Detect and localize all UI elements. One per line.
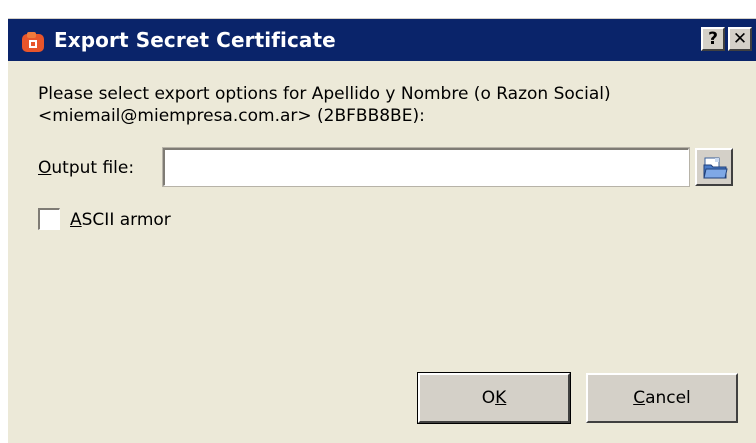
description-line-2: <miemail@miempresa.com.ar> (2BFBB8BE): xyxy=(38,106,425,126)
ok-label-prefix: O xyxy=(481,388,496,408)
ok-button[interactable]: OK xyxy=(417,372,571,424)
export-description: Please select export options for Apellid… xyxy=(38,83,738,127)
browse-button[interactable] xyxy=(695,148,733,186)
cancel-button[interactable]: Cancel xyxy=(586,373,738,423)
kleopatra-app-icon xyxy=(22,32,44,52)
ascii-armor-label-text: SCII armor xyxy=(81,210,171,230)
output-file-label: Output file: xyxy=(38,157,134,179)
ascii-armor-mnemonic: A xyxy=(70,210,82,230)
folder-open-icon xyxy=(703,157,728,179)
cancel-mnemonic: C xyxy=(633,388,646,408)
ascii-armor-label[interactable]: ASCII armor xyxy=(70,209,171,231)
window-title: Export Secret Certificate xyxy=(54,28,336,52)
close-icon: ✕ xyxy=(732,29,748,49)
close-button[interactable]: ✕ xyxy=(728,27,752,51)
cancel-label-text: ancel xyxy=(645,388,691,408)
output-file-label-text: utput file: xyxy=(51,158,135,178)
help-button[interactable]: ? xyxy=(701,27,725,51)
help-icon: ? xyxy=(708,29,718,49)
export-secret-certificate-dialog: Export Secret Certificate ? ✕ Please sel… xyxy=(8,18,756,443)
output-file-input[interactable] xyxy=(162,147,690,187)
ascii-armor-checkbox[interactable] xyxy=(38,208,60,230)
ok-mnemonic: K xyxy=(495,388,507,408)
description-line-1: Please select export options for Apellid… xyxy=(38,84,611,104)
output-file-mnemonic: O xyxy=(38,158,52,178)
title-bar[interactable]: Export Secret Certificate ? ✕ xyxy=(8,19,756,61)
